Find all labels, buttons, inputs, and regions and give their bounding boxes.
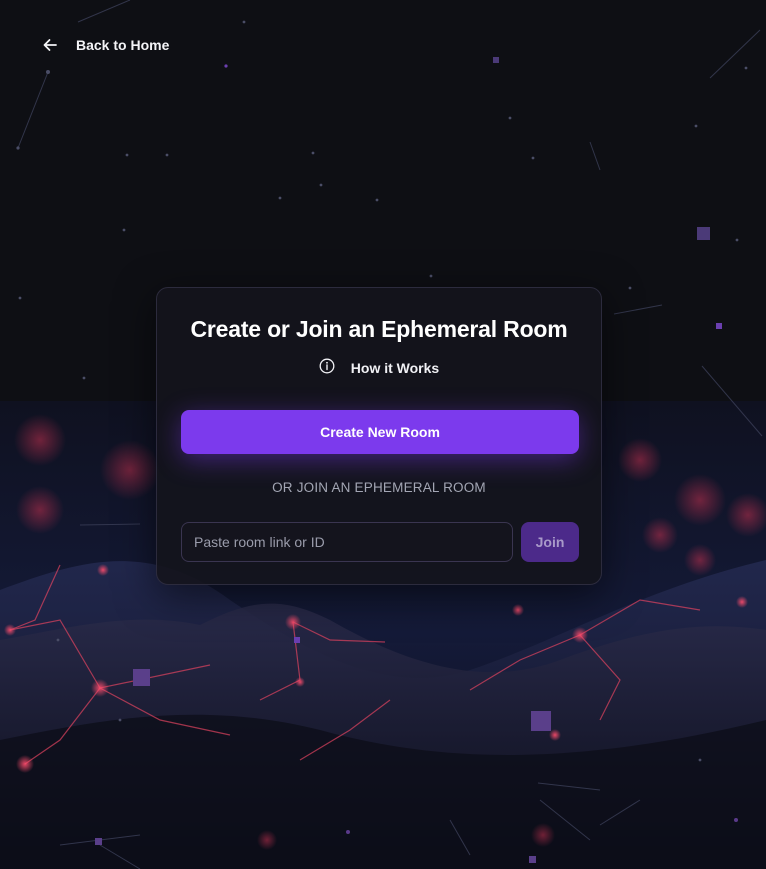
join-divider-text: OR JOIN AN EPHEMERAL ROOM (272, 480, 486, 495)
join-room-button[interactable]: Join (521, 522, 579, 562)
back-to-home-link[interactable]: Back to Home (42, 34, 169, 56)
how-it-works-label: How it Works (350, 359, 440, 376)
create-new-room-button[interactable]: Create New Room (181, 410, 579, 454)
back-to-home-label: Back to Home (76, 37, 170, 53)
page: Back to Home Create or Join an Ephemeral… (0, 0, 766, 869)
room-card: Create or Join an Ephemeral Room How it … (156, 287, 602, 585)
room-link-input[interactable] (181, 522, 513, 562)
page-title: Create or Join an Ephemeral Room (190, 316, 568, 342)
info-circle-icon (319, 358, 335, 377)
arrow-left-icon (42, 37, 58, 53)
how-it-works-link[interactable]: How it Works (157, 358, 601, 377)
